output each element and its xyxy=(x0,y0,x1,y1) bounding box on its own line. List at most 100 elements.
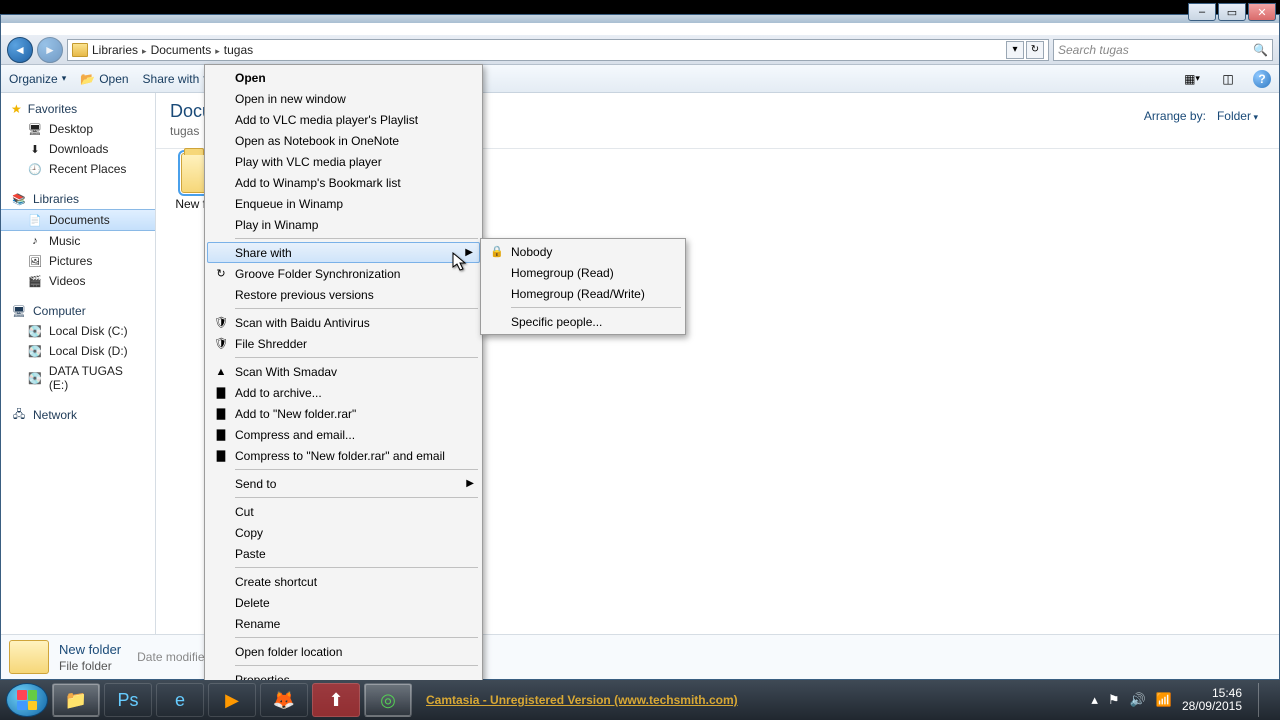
forward-button[interactable]: ► xyxy=(37,37,63,63)
ctx-item-2[interactable]: Add to VLC media player's Playlist xyxy=(207,109,480,130)
ctx-item-1[interactable]: Open in new window xyxy=(207,88,480,109)
computer-header[interactable]: 🖥Computer xyxy=(1,301,155,321)
ctx-item-5[interactable]: Add to Winamp's Bookmark list xyxy=(207,172,480,193)
folder-icon xyxy=(72,43,88,57)
ctx-item-9[interactable]: Share with▶ xyxy=(207,242,480,263)
sidebar-item-pictures[interactable]: 🖼Pictures xyxy=(1,251,155,271)
sidebar-item-downloads[interactable]: ⬇Downloads xyxy=(1,139,155,159)
tray-show-hidden[interactable]: ▴ xyxy=(1091,692,1098,708)
refresh-button[interactable]: ↻ xyxy=(1026,41,1044,59)
network-icon: 🖧 xyxy=(11,408,27,422)
share-with-button[interactable]: Share with xyxy=(143,72,208,86)
libraries-icon: 📚 xyxy=(11,192,27,206)
ctx-item-13[interactable]: 🛡Scan with Baidu Antivirus xyxy=(207,312,480,333)
navigation-pane: ★Favorites 🖥Desktop ⬇Downloads 🕘Recent P… xyxy=(1,93,156,634)
taskbar-photoshop[interactable]: Ps xyxy=(104,683,152,717)
taskbar-app-red[interactable]: ⬆ xyxy=(312,683,360,717)
breadcrumb-leaf[interactable]: tugas xyxy=(224,43,253,57)
menu-item-icon: 🛡 xyxy=(213,315,229,331)
share-item-0[interactable]: 🔒Nobody xyxy=(483,241,683,262)
close-button[interactable]: ✕ xyxy=(1248,3,1276,21)
show-desktop-button[interactable] xyxy=(1258,683,1268,717)
address-bar[interactable]: Libraries Documents tugas ▾ ↻ xyxy=(67,39,1049,61)
libraries-header[interactable]: 📚Libraries xyxy=(1,189,155,209)
sidebar-item-music[interactable]: ♪Music xyxy=(1,231,155,251)
videos-icon: 🎬 xyxy=(27,274,43,288)
back-button[interactable]: ◄ xyxy=(7,37,33,63)
ctx-item-30[interactable]: Rename xyxy=(207,613,480,634)
ctx-item-0[interactable]: Open xyxy=(207,67,480,88)
ctx-item-20[interactable]: ▇Compress to "New folder.rar" and email xyxy=(207,445,480,466)
arrange-by-value[interactable]: Folder xyxy=(1212,107,1263,125)
ctx-item-28[interactable]: Create shortcut xyxy=(207,571,480,592)
share-item-4[interactable]: Specific people... xyxy=(483,311,683,332)
ctx-item-29[interactable]: Delete xyxy=(207,592,480,613)
breadcrumb-documents[interactable]: Documents xyxy=(151,43,212,57)
taskbar-explorer[interactable]: 📁 xyxy=(52,683,100,717)
ctx-item-3[interactable]: Open as Notebook in OneNote xyxy=(207,130,480,151)
nav-row: ◄ ► Libraries Documents tugas ▾ ↻ Search… xyxy=(1,35,1279,65)
arrange-by: Arrange by: Folder xyxy=(1144,107,1263,125)
sidebar-item-documents[interactable]: 📄Documents xyxy=(1,209,155,231)
ctx-item-32[interactable]: Open folder location xyxy=(207,641,480,662)
documents-icon: 📄 xyxy=(27,213,43,227)
drive-icon: 💽 xyxy=(27,324,43,338)
sidebar-item-videos[interactable]: 🎬Videos xyxy=(1,271,155,291)
sidebar-item-desktop[interactable]: 🖥Desktop xyxy=(1,119,155,139)
ctx-item-16[interactable]: ▲Scan With Smadav xyxy=(207,361,480,382)
music-icon: ♪ xyxy=(27,234,43,248)
breadcrumb-root[interactable]: Libraries xyxy=(92,43,138,57)
preview-pane-button[interactable]: ◫ xyxy=(1217,69,1239,89)
ctx-item-4[interactable]: Play with VLC media player xyxy=(207,151,480,172)
ctx-item-10[interactable]: ↻Groove Folder Synchronization xyxy=(207,263,480,284)
ctx-item-6[interactable]: Enqueue in Winamp xyxy=(207,193,480,214)
ctx-item-24[interactable]: Cut xyxy=(207,501,480,522)
tray-volume-icon[interactable]: 🔊 xyxy=(1130,692,1146,708)
ctx-item-25[interactable]: Copy xyxy=(207,522,480,543)
menu-item-icon: ▇ xyxy=(213,448,229,464)
address-dropdown[interactable]: ▾ xyxy=(1006,41,1024,59)
search-input[interactable]: Search tugas 🔍 xyxy=(1053,39,1273,61)
sidebar-item-drive-c[interactable]: 💽Local Disk (C:) xyxy=(1,321,155,341)
taskbar-camtasia[interactable]: ◎ xyxy=(364,683,412,717)
taskbar-wmp[interactable]: ▶ xyxy=(208,683,256,717)
open-button[interactable]: 📂Open xyxy=(80,72,128,86)
ctx-item-11[interactable]: Restore previous versions xyxy=(207,284,480,305)
view-button[interactable]: ▦ xyxy=(1181,69,1203,89)
search-placeholder: Search tugas xyxy=(1058,43,1129,57)
taskbar: 📁 Ps e ▶ 🦊 ⬆ ◎ Camtasia - Unregistered V… xyxy=(0,680,1280,720)
details-date-modified-label: Date modified: xyxy=(137,650,214,664)
ctx-item-17[interactable]: ▇Add to archive... xyxy=(207,382,480,403)
ctx-item-22[interactable]: Send to▶ xyxy=(207,473,480,494)
context-menu: OpenOpen in new windowAdd to VLC media p… xyxy=(204,64,483,693)
ctx-item-7[interactable]: Play in Winamp xyxy=(207,214,480,235)
ctx-item-19[interactable]: ▇Compress and email... xyxy=(207,424,480,445)
organize-button[interactable]: Organize xyxy=(9,72,66,86)
details-folder-icon xyxy=(9,640,49,674)
submenu-arrow-icon: ▶ xyxy=(466,478,474,489)
maximize-button[interactable]: ▭ xyxy=(1218,3,1246,21)
tray-clock[interactable]: 15:46 28/09/2015 xyxy=(1182,687,1242,713)
tray-network-icon[interactable]: 📶 xyxy=(1156,692,1172,708)
sidebar-item-drive-d[interactable]: 💽Local Disk (D:) xyxy=(1,341,155,361)
minimize-button[interactable]: – xyxy=(1188,3,1216,21)
tray-flag-icon[interactable]: ⚑ xyxy=(1108,692,1120,708)
menu-item-icon: 🔒 xyxy=(489,244,505,260)
taskbar-ie[interactable]: e xyxy=(156,683,204,717)
recent-icon: 🕘 xyxy=(27,162,43,176)
computer-icon: 🖥 xyxy=(11,304,27,318)
share-item-1[interactable]: Homegroup (Read) xyxy=(483,262,683,283)
taskbar-firefox[interactable]: 🦊 xyxy=(260,683,308,717)
ctx-item-14[interactable]: 🛡File Shredder xyxy=(207,333,480,354)
start-button[interactable] xyxy=(6,683,48,717)
ctx-item-18[interactable]: ▇Add to "New folder.rar" xyxy=(207,403,480,424)
favorites-header[interactable]: ★Favorites xyxy=(1,99,155,119)
share-item-2[interactable]: Homegroup (Read/Write) xyxy=(483,283,683,304)
sidebar-item-recent[interactable]: 🕘Recent Places xyxy=(1,159,155,179)
ctx-item-26[interactable]: Paste xyxy=(207,543,480,564)
help-button[interactable]: ? xyxy=(1253,70,1271,88)
titlebar[interactable] xyxy=(1,15,1279,23)
letterbox xyxy=(0,0,1280,14)
sidebar-item-drive-e[interactable]: 💽DATA TUGAS (E:) xyxy=(1,361,155,395)
network-header[interactable]: 🖧Network xyxy=(1,405,155,425)
